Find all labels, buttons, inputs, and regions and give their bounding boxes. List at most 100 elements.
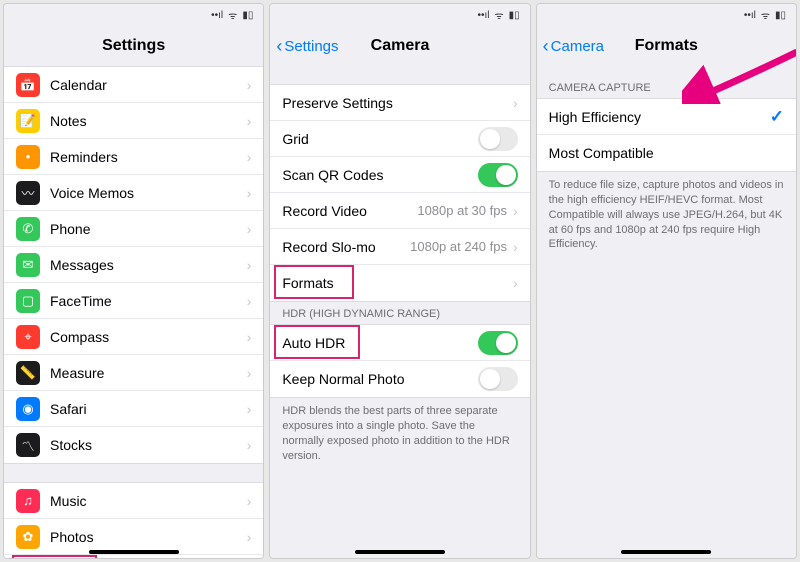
app-icon: ▢: [16, 289, 40, 313]
app-icon: ◉: [16, 397, 40, 421]
row-label: Record Video: [282, 203, 417, 219]
row-record-video[interactable]: Record Video1080p at 30 fps ›: [270, 193, 529, 229]
status-bar: ••ıl ᯤ ▮▯: [270, 4, 529, 26]
row-value: 1080p at 30 fps: [417, 203, 507, 218]
app-icon: 📏: [16, 361, 40, 385]
wifi-icon: ᯤ: [495, 8, 504, 22]
row-phone[interactable]: ✆ Phone›: [4, 211, 263, 247]
toggle[interactable]: [478, 367, 518, 391]
toggle[interactable]: [478, 331, 518, 355]
home-indicator[interactable]: [89, 550, 179, 554]
row-reminders[interactable]: • Reminders›: [4, 139, 263, 175]
chevron-right-icon: ›: [247, 401, 252, 417]
battery-icon: ▮▯: [775, 10, 786, 21]
chevron-right-icon: ›: [247, 493, 252, 509]
row-stocks[interactable]: 〽 Stocks›: [4, 427, 263, 463]
formats-list[interactable]: CAMERA CAPTURE High Efficiency✓ Most Comp…: [537, 66, 796, 558]
status-bar: ••ıl ᯤ ▮▯: [537, 4, 796, 26]
back-button[interactable]: ‹ Camera: [543, 36, 604, 57]
row-label: Safari: [50, 401, 247, 417]
formats-pane: ••ıl ᯤ ▮▯ ‹ Camera Formats CAMERA CAPTUR…: [536, 3, 797, 559]
chevron-right-icon: ›: [247, 329, 252, 345]
settings-list[interactable]: 📅Calendar›📝Notes›•Reminders›〰Voice Memos…: [4, 66, 263, 558]
signal-icon: ••ıl: [477, 10, 489, 21]
row-music[interactable]: ♫Music›: [4, 483, 263, 519]
row-preserve-settings[interactable]: Preserve Settings›: [270, 85, 529, 121]
wifi-icon: ᯤ: [761, 8, 770, 22]
row-high-efficiency[interactable]: High Efficiency✓: [537, 99, 796, 135]
row-messages[interactable]: ✉Messages›: [4, 247, 263, 283]
app-icon: 〰: [16, 181, 40, 205]
row-label: Stocks: [50, 437, 247, 453]
chevron-right-icon: ›: [247, 221, 252, 237]
app-icon: •: [16, 145, 40, 169]
camera-pane: ••ıl ᯤ ▮▯ ‹ Settings Camera Preserve Set…: [269, 3, 530, 559]
app-icon: ✉: [16, 253, 40, 277]
row-label: Keep Normal Photo: [282, 371, 477, 387]
app-icon: ✆: [16, 217, 40, 241]
chevron-right-icon: ›: [513, 203, 518, 219]
back-label: Camera: [551, 38, 604, 55]
row-grid[interactable]: Grid: [270, 121, 529, 157]
row-compass[interactable]: ⌖ Compass›: [4, 319, 263, 355]
row-keep-normal-photo[interactable]: Keep Normal Photo: [270, 361, 529, 397]
toggle[interactable]: [478, 127, 518, 151]
row-label: Most Compatible: [549, 145, 784, 161]
app-icon: ✿: [16, 525, 40, 549]
row-calendar[interactable]: 📅Calendar›: [4, 67, 263, 103]
row-label: Compass: [50, 329, 247, 345]
row-label: Phone: [50, 221, 247, 237]
row-label: Auto HDR: [282, 335, 477, 351]
chevron-right-icon: ›: [247, 437, 252, 453]
row-label: FaceTime: [50, 293, 247, 309]
checkmark-icon: ✓: [770, 107, 784, 127]
row-safari[interactable]: ◉ Safari›: [4, 391, 263, 427]
row-label: Voice Memos: [50, 185, 247, 201]
chevron-left-icon: ‹: [543, 36, 549, 57]
app-icon: 📝: [16, 109, 40, 133]
row-label: Music: [50, 493, 247, 509]
chevron-right-icon: ›: [247, 77, 252, 93]
chevron-right-icon: ›: [513, 239, 518, 255]
camera-settings[interactable]: Preserve Settings› Grid Scan QR Codes Recor…: [270, 66, 529, 558]
row-voice-memos[interactable]: 〰 Voice Memos›: [4, 175, 263, 211]
nav-bar: Settings: [4, 26, 263, 66]
capture-section-label: CAMERA CAPTURE: [537, 66, 796, 98]
row-label: Formats: [282, 275, 513, 291]
page-title: Formats: [635, 37, 698, 55]
chevron-right-icon: ›: [247, 185, 252, 201]
home-indicator[interactable]: [621, 550, 711, 554]
toggle[interactable]: [478, 163, 518, 187]
row-label: Reminders: [50, 149, 247, 165]
chevron-right-icon: ›: [513, 275, 518, 291]
row-formats[interactable]: Formats›: [270, 265, 529, 301]
hdr-footnote: HDR blends the best parts of three separ…: [270, 398, 529, 469]
home-indicator[interactable]: [355, 550, 445, 554]
chevron-right-icon: ›: [247, 149, 252, 165]
row-label: Scan QR Codes: [282, 167, 477, 183]
page-title: Camera: [371, 37, 430, 55]
row-notes[interactable]: 📝Notes›: [4, 103, 263, 139]
row-label: Record Slo-mo: [282, 239, 410, 255]
settings-pane: ••ıl ᯤ ▮▯ Settings 📅Calendar›📝Notes›•Rem…: [3, 3, 264, 559]
row-measure[interactable]: 📏 Measure›: [4, 355, 263, 391]
wifi-icon: ᯤ: [228, 8, 237, 22]
battery-icon: ▮▯: [509, 10, 520, 21]
nav-bar: ‹ Camera Formats: [537, 26, 796, 66]
row-most-compatible[interactable]: Most Compatible: [537, 135, 796, 171]
row-record-slo-mo[interactable]: Record Slo-mo1080p at 240 fps ›: [270, 229, 529, 265]
row-facetime[interactable]: ▢FaceTime›: [4, 283, 263, 319]
row-value: 1080p at 240 fps: [410, 239, 507, 254]
app-icon: 〽: [16, 433, 40, 457]
app-icon: ⌖: [16, 325, 40, 349]
app-icon: 📅: [16, 73, 40, 97]
row-label: Measure: [50, 365, 247, 381]
row-label: Grid: [282, 131, 477, 147]
row-label: Messages: [50, 257, 247, 273]
back-button[interactable]: ‹ Settings: [276, 36, 338, 57]
row-scan-qr-codes[interactable]: Scan QR Codes: [270, 157, 529, 193]
chevron-right-icon: ›: [513, 95, 518, 111]
chevron-right-icon: ›: [247, 365, 252, 381]
row-camera[interactable]: ◉Camera›: [4, 555, 263, 558]
row-auto-hdr[interactable]: Auto HDR: [270, 325, 529, 361]
